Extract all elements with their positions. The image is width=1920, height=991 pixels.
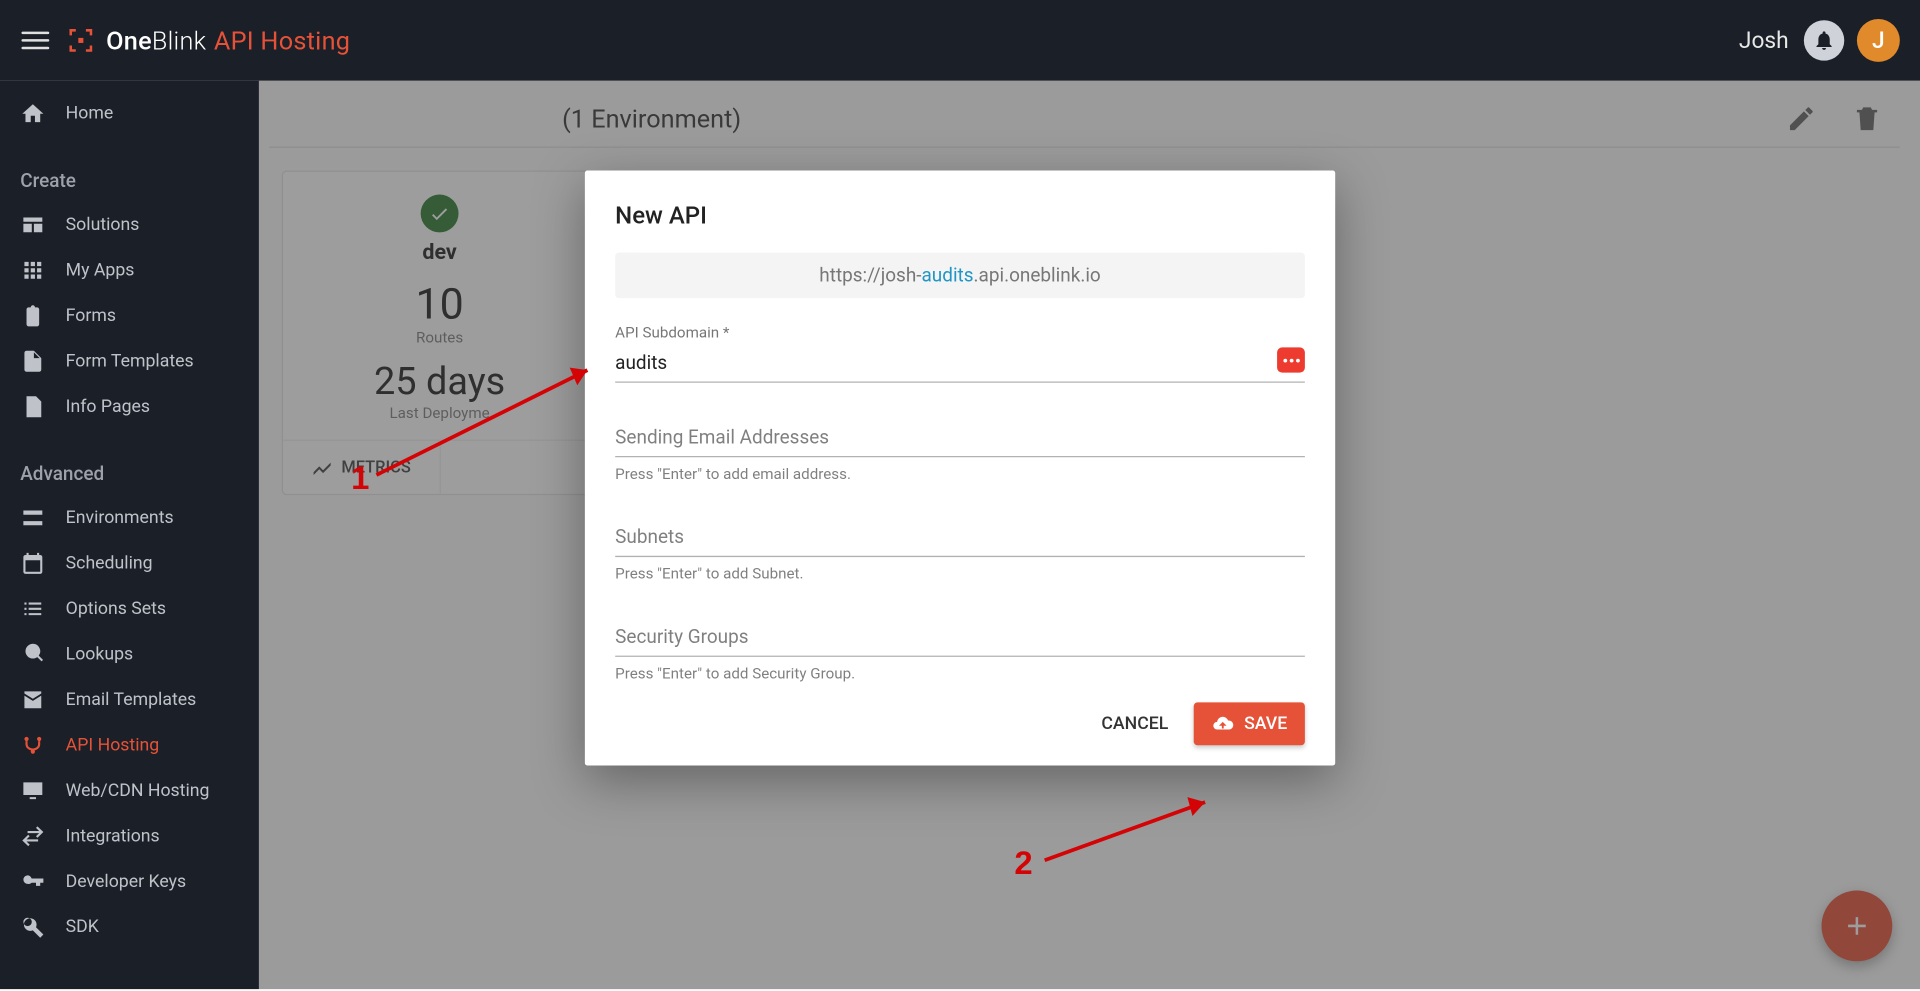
brand-logo-icon	[66, 25, 96, 55]
subnets-help: Press "Enter" to add Subnet.	[615, 565, 1305, 583]
nav-label: My Apps	[66, 260, 135, 280]
user-avatar[interactable]: J	[1857, 19, 1900, 62]
new-api-dialog: New API https://josh-audits.api.oneblink…	[585, 171, 1335, 766]
nav-label: Web/CDN Hosting	[66, 781, 210, 801]
list-icon	[20, 596, 45, 621]
email-input[interactable]	[615, 423, 1305, 457]
avatar-initial: J	[1872, 27, 1885, 54]
save-button[interactable]: SAVE	[1194, 702, 1305, 745]
nav-label: Info Pages	[66, 397, 150, 417]
nav-integrations[interactable]: Integrations	[0, 814, 259, 859]
cloud-upload-icon	[1211, 712, 1234, 735]
bell-icon	[1813, 29, 1836, 52]
solutions-icon	[20, 212, 45, 237]
nav-label: Scheduling	[66, 553, 153, 573]
notifications-button[interactable]	[1804, 20, 1844, 60]
password-manager-icon[interactable]	[1277, 347, 1305, 372]
subdomain-input[interactable]	[615, 349, 1305, 383]
dialog-title: New API	[615, 201, 1305, 230]
nav-environments[interactable]: Environments	[0, 495, 259, 540]
app-bar: OneBlink API Hosting Josh J	[0, 0, 1920, 81]
nav-label: SDK	[66, 917, 99, 937]
nav-form-templates[interactable]: Form Templates	[0, 339, 259, 384]
clipboard-icon	[20, 303, 45, 328]
nav-label: Forms	[66, 306, 116, 326]
cancel-label: CANCEL	[1101, 714, 1168, 734]
cancel-button[interactable]: CANCEL	[1091, 704, 1178, 744]
brand-title: OneBlink API Hosting	[106, 25, 350, 55]
home-icon	[20, 101, 45, 126]
nav-section-advanced: Advanced	[0, 442, 259, 495]
file-plus-icon	[20, 349, 45, 374]
subnets-input[interactable]	[615, 523, 1305, 557]
nav-api-hosting[interactable]: API Hosting	[0, 723, 259, 768]
calendar-icon	[20, 551, 45, 576]
search-doc-icon	[20, 642, 45, 667]
save-label: SAVE	[1244, 714, 1287, 734]
sidebar: Home Create Solutions My Apps Forms Form…	[0, 81, 259, 989]
nav-sdk[interactable]: SDK	[0, 904, 259, 949]
nav-label: Environments	[66, 508, 174, 528]
nav-lookups[interactable]: Lookups	[0, 632, 259, 677]
url-preview: https://josh-audits.api.oneblink.io	[615, 253, 1305, 298]
subdomain-field: API Subdomain *	[615, 323, 1305, 382]
security-groups-input[interactable]	[615, 623, 1305, 657]
swap-icon	[20, 824, 45, 849]
subdomain-label: API Subdomain *	[615, 323, 1305, 341]
brand-one: One	[106, 25, 152, 55]
nav-section-create: Create	[0, 149, 259, 202]
security-groups-help: Press "Enter" to add Security Group.	[615, 664, 1305, 682]
brand-section: API Hosting	[214, 25, 350, 55]
nav-label: Options Sets	[66, 599, 166, 619]
url-highlight: audits	[922, 264, 974, 287]
subnets-field: Subnets Press "Enter" to add Subnet.	[615, 523, 1305, 582]
nav-home[interactable]: Home	[0, 91, 259, 136]
email-help: Press "Enter" to add email address.	[615, 465, 1305, 483]
nav-options-sets[interactable]: Options Sets	[0, 586, 259, 631]
nav-developer-keys[interactable]: Developer Keys	[0, 859, 259, 904]
nav-scheduling[interactable]: Scheduling	[0, 541, 259, 586]
nav-label: Form Templates	[66, 351, 194, 371]
nav-forms[interactable]: Forms	[0, 293, 259, 338]
wrench-icon	[20, 915, 45, 940]
nav-info-pages[interactable]: Info Pages	[0, 384, 259, 429]
url-suffix: .api.oneblink.io	[974, 264, 1101, 287]
nav-label: Solutions	[66, 215, 140, 235]
url-prefix: https://josh-	[819, 264, 921, 287]
mail-icon	[20, 687, 45, 712]
nav-email-templates[interactable]: Email Templates	[0, 677, 259, 722]
branch-icon	[20, 733, 45, 758]
key-icon	[20, 869, 45, 894]
menu-icon[interactable]	[20, 25, 50, 55]
page-icon	[20, 394, 45, 419]
nav-solutions[interactable]: Solutions	[0, 202, 259, 247]
nav-label: API Hosting	[66, 735, 160, 755]
security-groups-field: Security Groups Press "Enter" to add Sec…	[615, 623, 1305, 682]
nav-label: Developer Keys	[66, 872, 186, 892]
apps-icon	[20, 258, 45, 283]
nav-label: Email Templates	[66, 690, 197, 710]
user-name: Josh	[1739, 27, 1789, 54]
email-field: Sending Email Addresses Press "Enter" to…	[615, 423, 1305, 482]
nav-web-cdn-hosting[interactable]: Web/CDN Hosting	[0, 768, 259, 813]
brand-blink: Blink	[152, 25, 206, 55]
layers-icon	[20, 505, 45, 530]
nav-label: Home	[66, 104, 114, 124]
nav-label: Lookups	[66, 644, 133, 664]
nav-label: Integrations	[66, 826, 160, 846]
monitor-icon	[20, 778, 45, 803]
nav-my-apps[interactable]: My Apps	[0, 248, 259, 293]
